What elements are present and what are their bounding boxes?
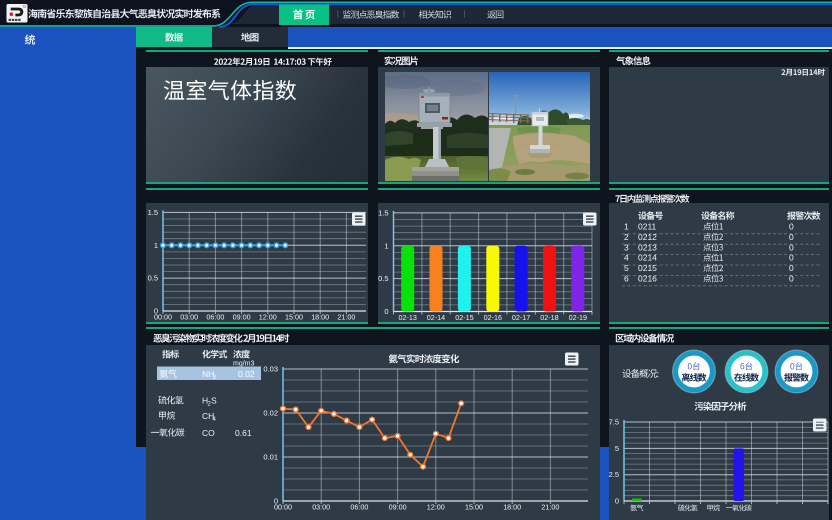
svg-text:0: 0 [789, 274, 794, 284]
svg-text:03:00: 03:00 [180, 313, 198, 322]
svg-text:12:00: 12:00 [259, 313, 277, 322]
svg-text:0213: 0213 [638, 242, 657, 252]
svg-text:0216: 0216 [638, 274, 657, 284]
svg-text:21:00: 21:00 [541, 503, 559, 512]
svg-text:S: S [211, 396, 217, 406]
svg-text:4: 4 [624, 253, 629, 263]
svg-text:0.02: 0.02 [238, 369, 255, 379]
svg-text:6: 6 [624, 274, 629, 284]
svg-text:7.5: 7.5 [609, 418, 619, 427]
svg-text:02-17: 02-17 [512, 313, 530, 322]
svg-text:1: 1 [384, 241, 388, 250]
svg-text:09:00: 09:00 [233, 313, 251, 322]
svg-text:0.03: 0.03 [263, 365, 278, 374]
svg-text:4: 4 [213, 417, 217, 423]
svg-text:1: 1 [154, 241, 158, 250]
svg-text:06:00: 06:00 [350, 503, 368, 512]
svg-text:02-15: 02-15 [455, 313, 473, 322]
svg-text:21:00: 21:00 [337, 313, 355, 322]
svg-text:0.01: 0.01 [263, 453, 278, 462]
svg-text:0: 0 [615, 497, 619, 506]
svg-text:00:00: 00:00 [274, 503, 292, 512]
svg-text:0.02: 0.02 [263, 409, 278, 418]
svg-text:5: 5 [624, 263, 629, 273]
svg-text:02-16: 02-16 [484, 313, 502, 322]
svg-text:1: 1 [624, 222, 629, 232]
svg-text:0.61: 0.61 [235, 428, 252, 438]
svg-text:0214: 0214 [638, 253, 657, 263]
svg-text:02-18: 02-18 [540, 313, 558, 322]
svg-text:0212: 0212 [638, 232, 657, 242]
svg-text:06:00: 06:00 [206, 313, 224, 322]
svg-text:12:00: 12:00 [427, 503, 445, 512]
svg-text:02-14: 02-14 [427, 313, 445, 322]
svg-text:1.5: 1.5 [148, 208, 158, 217]
svg-text:18:00: 18:00 [311, 313, 329, 322]
svg-text:3: 3 [624, 242, 629, 252]
svg-text:15:00: 15:00 [465, 503, 483, 512]
svg-text:0215: 0215 [638, 263, 657, 273]
svg-text:0.5: 0.5 [148, 274, 158, 283]
svg-text:1.5: 1.5 [378, 208, 388, 217]
svg-text:0: 0 [789, 232, 794, 242]
svg-text:mg/m3: mg/m3 [233, 361, 255, 368]
svg-text:09:00: 09:00 [389, 503, 407, 512]
svg-text:00:00: 00:00 [154, 313, 172, 322]
svg-text:2.5: 2.5 [609, 470, 619, 479]
svg-text:CO: CO [202, 428, 215, 438]
svg-text:2: 2 [624, 232, 629, 242]
svg-text:0.5: 0.5 [378, 274, 388, 283]
svg-text:0: 0 [789, 263, 794, 273]
svg-text:03:00: 03:00 [312, 503, 330, 512]
svg-text:5: 5 [615, 444, 619, 453]
svg-text:18:00: 18:00 [503, 503, 521, 512]
svg-text:02-13: 02-13 [399, 313, 417, 322]
svg-text:15:00: 15:00 [285, 313, 303, 322]
svg-text:0: 0 [789, 242, 794, 252]
svg-text:0: 0 [789, 222, 794, 232]
svg-text:0211: 0211 [638, 222, 657, 232]
svg-text:02-19: 02-19 [569, 313, 587, 322]
svg-text:0: 0 [384, 307, 388, 316]
svg-text:0: 0 [789, 253, 794, 263]
